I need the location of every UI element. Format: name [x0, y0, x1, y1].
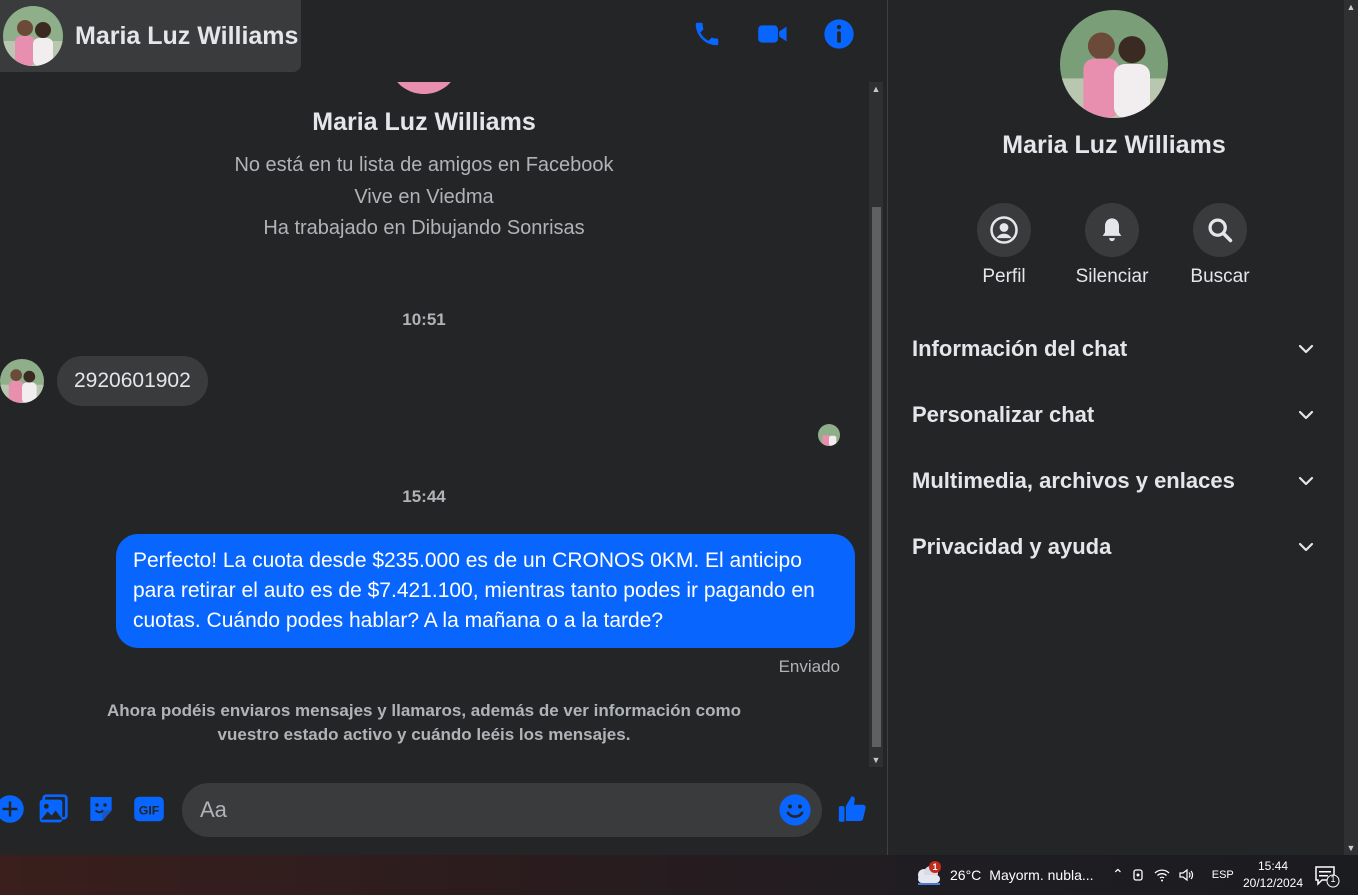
window-scrollbar[interactable]: ▲ ▼ [1344, 0, 1358, 855]
header-actions [689, 16, 857, 52]
scroll-down-arrow-icon[interactable]: ▼ [1344, 841, 1358, 855]
profile-action-button[interactable] [977, 203, 1031, 257]
chat-pane: Maria Luz Williams Maria Luz Williams No… [0, 0, 887, 855]
weather-alert-badge: 1 [929, 861, 941, 873]
profile-action-label: Perfil [982, 266, 1026, 287]
mute-action-label: Silenciar [1075, 266, 1149, 287]
weather-widget[interactable]: 1 26°C Mayorm. nubla... [914, 861, 1094, 887]
clock-time: 15:44 [1257, 859, 1289, 873]
sender-avatar[interactable] [0, 359, 44, 403]
mute-action-button[interactable] [1085, 203, 1139, 257]
chevron-down-icon [1298, 476, 1314, 486]
section-label: Multimedia, archivos y enlaces [912, 468, 1235, 493]
section-label: Personalizar chat [912, 402, 1095, 427]
chevron-down-icon [1298, 344, 1314, 354]
gif-icon: GIF [134, 796, 164, 822]
weather-description: Mayorm. nubla... [989, 867, 1094, 883]
wifi-icon[interactable] [1154, 868, 1170, 882]
incoming-message-row: 2920601902 [0, 356, 208, 406]
volume-icon[interactable] [1178, 868, 1194, 882]
scroll-up-arrow-icon[interactable]: ▲ [1344, 0, 1358, 14]
taskbar-clock[interactable]: 15:44 20/12/2024 [1238, 858, 1308, 892]
conversation-info-button[interactable] [821, 16, 857, 52]
mute-action[interactable]: Silenciar [1062, 203, 1162, 288]
message-input-container[interactable] [182, 783, 822, 837]
windows-taskbar: 1 26°C Mayorm. nubla... ⌃ ESP 15:44 20/1… [0, 855, 1358, 895]
info-icon [824, 19, 854, 49]
send-like-button[interactable] [835, 791, 871, 827]
conversation-info-panel: Maria Luz Williams Perfil Silenciar Busc… [888, 0, 1344, 855]
video-camera-icon [758, 25, 787, 43]
search-action[interactable]: Buscar [1170, 203, 1270, 288]
section-media-files-links[interactable]: Multimedia, archivos y enlaces [888, 448, 1344, 514]
sticker-button[interactable] [83, 791, 119, 827]
incoming-message-bubble[interactable]: 2920601902 [57, 356, 208, 406]
message-input[interactable] [200, 795, 760, 825]
weather-temperature: 26°C [950, 867, 982, 883]
message-timestamp: 10:51 [402, 310, 446, 329]
like-icon [838, 796, 866, 822]
profile-icon [990, 216, 1018, 244]
voice-call-button[interactable] [689, 16, 725, 52]
bell-icon [1102, 218, 1122, 242]
message-sent-status: Enviado [778, 657, 840, 676]
more-actions-button[interactable] [0, 791, 28, 827]
header-contact-name[interactable]: Maria Luz Williams [75, 22, 298, 51]
video-call-button[interactable] [755, 16, 791, 52]
phone-icon [695, 22, 719, 46]
attach-photo-button[interactable] [35, 791, 71, 827]
scroll-down-arrow-icon[interactable]: ▼ [869, 753, 883, 767]
info-contact-avatar[interactable] [1060, 10, 1168, 118]
profile-action[interactable]: Perfil [954, 203, 1054, 288]
search-action-button[interactable] [1193, 203, 1247, 257]
photo-icon [39, 794, 68, 823]
info-contact-name: Maria Luz Williams [1002, 131, 1226, 159]
section-customize-chat[interactable]: Personalizar chat [888, 382, 1344, 448]
search-icon [1208, 218, 1233, 243]
plus-icon [0, 795, 24, 823]
messenger-window: Maria Luz Williams Maria Luz Williams No… [0, 0, 1358, 855]
chat-header: Maria Luz Williams [0, 0, 887, 82]
chevron-up-icon[interactable]: ⌃ [1112, 866, 1124, 883]
outgoing-message-bubble[interactable]: Perfecto! La cuota desde $235.000 es de … [116, 534, 855, 648]
scroll-up-arrow-icon[interactable]: ▲ [869, 82, 883, 96]
section-label: Privacidad y ayuda [912, 534, 1112, 559]
chevron-down-icon [1298, 410, 1314, 420]
intro-friend-status: No está en tu lista de amigos en Faceboo… [234, 154, 614, 176]
section-chat-info[interactable]: Información del chat [888, 316, 1344, 382]
message-list[interactable]: Maria Luz Williams No está en tu lista d… [0, 82, 869, 767]
info-sections: Información del chat Personalizar chat M… [888, 316, 1344, 580]
search-action-label: Buscar [1190, 266, 1250, 287]
header-contact-button[interactable]: Maria Luz Williams [0, 0, 301, 72]
language-indicator[interactable]: ESP [1212, 869, 1234, 881]
section-label: Información del chat [912, 336, 1128, 361]
sticker-icon [90, 797, 112, 821]
clock-date: 20/12/2024 [1242, 876, 1304, 890]
notification-center-button[interactable]: 1 [1314, 864, 1340, 888]
intro-work: Ha trabajado en Dibujando Sonrisas [263, 217, 585, 239]
notification-count: 1 [1330, 874, 1336, 884]
seen-indicator-avatar [818, 424, 840, 446]
message-timestamp: 15:44 [402, 487, 446, 506]
svg-text:GIF: GIF [139, 804, 160, 818]
system-notice: Ahora podéis enviaros mensajes y llamaro… [107, 701, 741, 744]
chevron-down-icon [1298, 542, 1314, 552]
scrollbar-thumb[interactable] [872, 207, 881, 747]
section-privacy-help[interactable]: Privacidad y ayuda [888, 514, 1344, 580]
meet-now-icon[interactable] [1132, 868, 1146, 882]
contact-avatar[interactable] [3, 6, 63, 66]
system-tray: ⌃ ESP [1112, 866, 1234, 883]
intro-avatar [388, 82, 460, 94]
intro-location: Vive en Viedma [354, 186, 494, 208]
message-composer: GIF [0, 775, 887, 845]
emoji-button[interactable] [778, 793, 812, 827]
cloud-icon: 1 [914, 861, 942, 887]
message-list-scrollbar[interactable]: ▲ ▼ [869, 82, 883, 767]
emoji-icon [779, 794, 811, 826]
gif-button[interactable]: GIF [131, 791, 167, 827]
intro-contact-name: Maria Luz Williams [312, 108, 536, 136]
